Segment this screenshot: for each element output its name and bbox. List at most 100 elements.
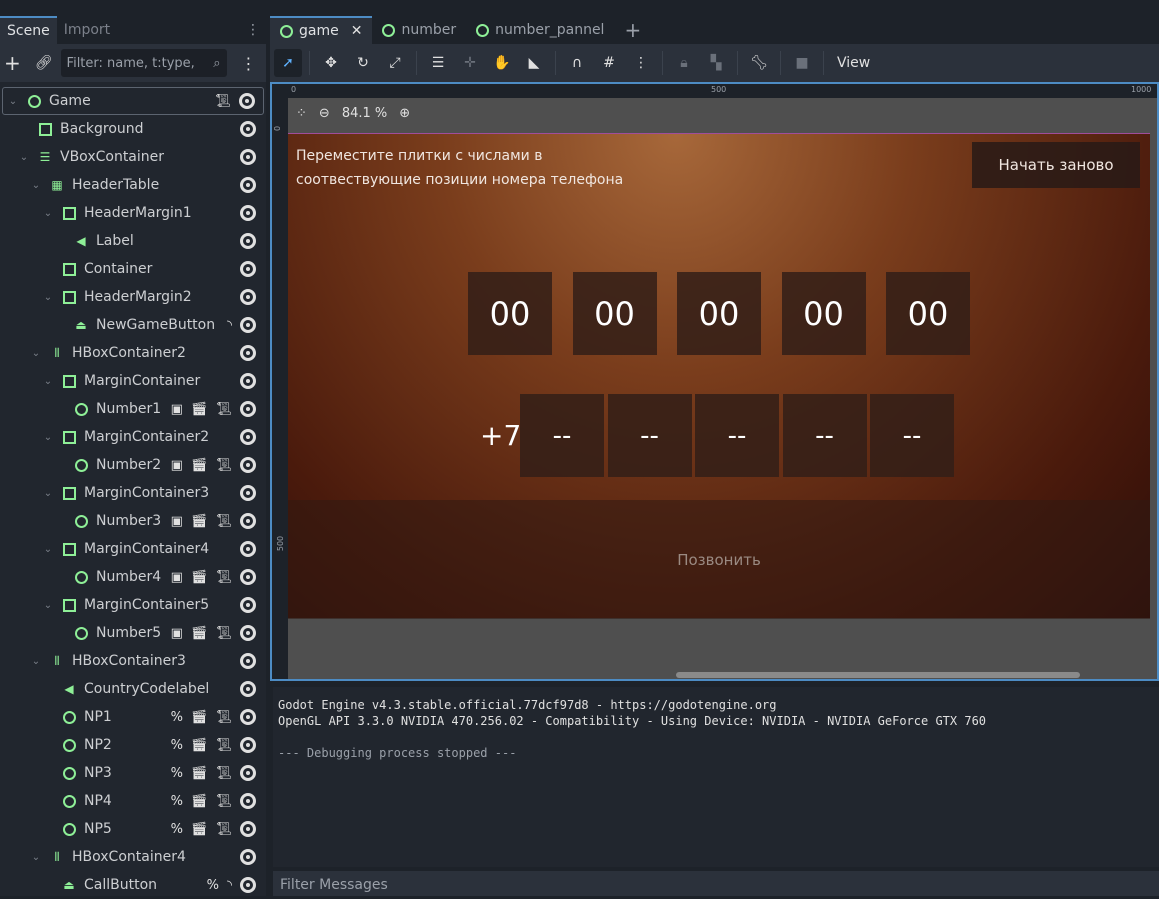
list-select-icon[interactable]: ☰ [424,49,452,77]
chevron-down-icon[interactable]: ⌄ [18,152,30,163]
phone-slot[interactable]: -- [607,394,692,477]
tree-node[interactable]: ⌄ MarginContainer5 [2,591,264,619]
tree-node[interactable]: NP2% 🎬︎ 📜︎ [2,731,264,759]
scene-icon[interactable]: 🎬︎ [191,402,208,417]
move-tool-icon[interactable]: ✥ [317,49,345,77]
center-view-icon[interactable]: ⁘ [296,106,307,121]
script-icon[interactable]: 📜︎ [215,794,232,809]
visibility-icon[interactable] [240,709,256,725]
chevron-down-icon[interactable]: ⌄ [30,348,42,359]
lock-icon[interactable]: 🔒︎ [670,49,698,77]
tree-node[interactable]: ⌄ ▦ HeaderTable [2,171,264,199]
visibility-icon[interactable] [239,93,255,109]
tree-node[interactable]: ⌄ HeaderMargin2 [2,283,264,311]
visibility-icon[interactable] [240,485,256,501]
visibility-icon[interactable] [240,429,256,445]
scene-tab[interactable]: number_pannel [466,16,614,44]
chevron-down-icon[interactable]: ⌄ [7,96,19,107]
chevron-down-icon[interactable]: ⌄ [42,376,54,387]
chevron-down-icon[interactable]: ⌄ [30,656,42,667]
camera-icon[interactable]: ■ [788,49,816,77]
visibility-icon[interactable] [240,849,256,865]
dock-menu-icon[interactable]: ⋮ [246,22,260,38]
visibility-icon[interactable] [240,177,256,193]
chevron-down-icon[interactable]: ⌄ [42,432,54,443]
script-icon[interactable]: 📜︎ [215,570,232,585]
tree-node[interactable]: Number1 ▣ 🎬︎ 📜︎ [2,395,264,423]
visibility-icon[interactable] [240,317,256,333]
visibility-icon[interactable] [240,121,256,137]
visibility-icon[interactable] [240,793,256,809]
number-tile[interactable]: 00 [781,272,866,355]
tree-node[interactable]: Container [2,255,264,283]
tree-node[interactable]: NP1% 🎬︎ 📜︎ [2,703,264,731]
tree-node[interactable]: ⏏ CallButton% ◝ [2,871,264,899]
chevron-down-icon[interactable]: ⌄ [42,600,54,611]
visibility-icon[interactable] [240,569,256,585]
canvas-viewport[interactable]: 0 500 1000 0 500 ⁘ ⊖ 84.1 % ⊕ Переместит… [270,82,1159,681]
tree-node[interactable]: ⌄ ⦀ HBoxContainer2 [2,339,264,367]
ruler-tool-icon[interactable]: ◣ [520,49,548,77]
unique-icon[interactable]: % [171,738,183,753]
tree-node[interactable]: NP5% 🎬︎ 📜︎ [2,815,264,843]
chevron-down-icon[interactable]: ⌄ [42,488,54,499]
bone-icon[interactable]: 🦴︎ [745,49,773,77]
tree-node[interactable]: ⌄ MarginContainer4 [2,535,264,563]
call-button[interactable]: Позвонить [288,500,1150,619]
zoom-level[interactable]: 84.1 % [342,106,387,121]
scene-icon[interactable]: 🎬︎ [191,514,208,529]
group-icon[interactable]: ▚ [702,49,730,77]
rotate-tool-icon[interactable]: ↻ [349,49,377,77]
close-icon[interactable]: ✕ [351,23,363,39]
tree-node[interactable]: Number3 ▣ 🎬︎ 📜︎ [2,507,264,535]
visibility-icon[interactable] [240,233,256,249]
phone-slot[interactable]: -- [782,394,867,477]
scale-tool-icon[interactable]: ⤢ [381,49,409,77]
unique-icon[interactable]: % [171,766,183,781]
visibility-icon[interactable] [240,401,256,417]
script-icon[interactable]: 📜︎ [215,766,232,781]
link-icon[interactable]: 🔗︎ [35,55,53,71]
scene-icon[interactable]: 🎬︎ [191,710,208,725]
scene-tab[interactable]: number [372,16,466,44]
scene-icon[interactable]: 🎬︎ [191,458,208,473]
scene-icon[interactable]: 🎬︎ [191,794,208,809]
visibility-icon[interactable] [240,345,256,361]
number-tile[interactable]: 00 [886,272,970,355]
script-icon[interactable]: 📜︎ [215,822,232,837]
filter-nodes-input[interactable]: Filter: name, t:type, ⌕ [60,49,227,77]
more-icon[interactable]: ⋮ [241,54,257,73]
visibility-icon[interactable] [240,877,256,893]
tree-node[interactable]: NP4% 🎬︎ 📜︎ [2,787,264,815]
tree-node[interactable]: NP3% 🎬︎ 📜︎ [2,759,264,787]
scene-icon[interactable]: 🎬︎ [191,570,208,585]
visibility-icon[interactable] [240,373,256,389]
chevron-down-icon[interactable]: ⌄ [30,852,42,863]
tree-node[interactable]: Background [2,115,264,143]
restart-button[interactable]: Начать заново [972,142,1140,188]
visibility-icon[interactable] [240,457,256,473]
tree-node[interactable]: Number5 ▣ 🎬︎ 📜︎ [2,619,264,647]
scene-icon[interactable]: 🎬︎ [191,738,208,753]
signal-icon[interactable]: ◝ [227,318,232,333]
visibility-icon[interactable] [240,289,256,305]
visibility-icon[interactable] [240,625,256,641]
visibility-icon[interactable] [240,681,256,697]
visibility-icon[interactable] [240,597,256,613]
tab-import[interactable]: Import [57,16,117,44]
script-icon[interactable]: 📜︎ [214,94,231,109]
instance-icon[interactable]: ▣ [171,402,183,417]
tree-node[interactable]: ⏏ NewGameButton ◝ [2,311,264,339]
unique-icon[interactable]: % [171,794,183,809]
instance-icon[interactable]: ▣ [171,626,183,641]
script-icon[interactable]: 📜︎ [215,402,232,417]
script-icon[interactable]: 📜︎ [215,458,232,473]
pan-tool-icon[interactable]: ✋ [488,49,516,77]
phone-slot[interactable]: -- [520,394,604,477]
unique-icon[interactable]: % [171,822,183,837]
number-tile[interactable]: 00 [677,272,761,355]
tree-node[interactable]: ⌄ Game 📜︎ [2,87,264,115]
zoom-out-icon[interactable]: ⊖ [319,106,330,121]
chevron-down-icon[interactable]: ⌄ [42,544,54,555]
script-icon[interactable]: 📜︎ [215,626,232,641]
